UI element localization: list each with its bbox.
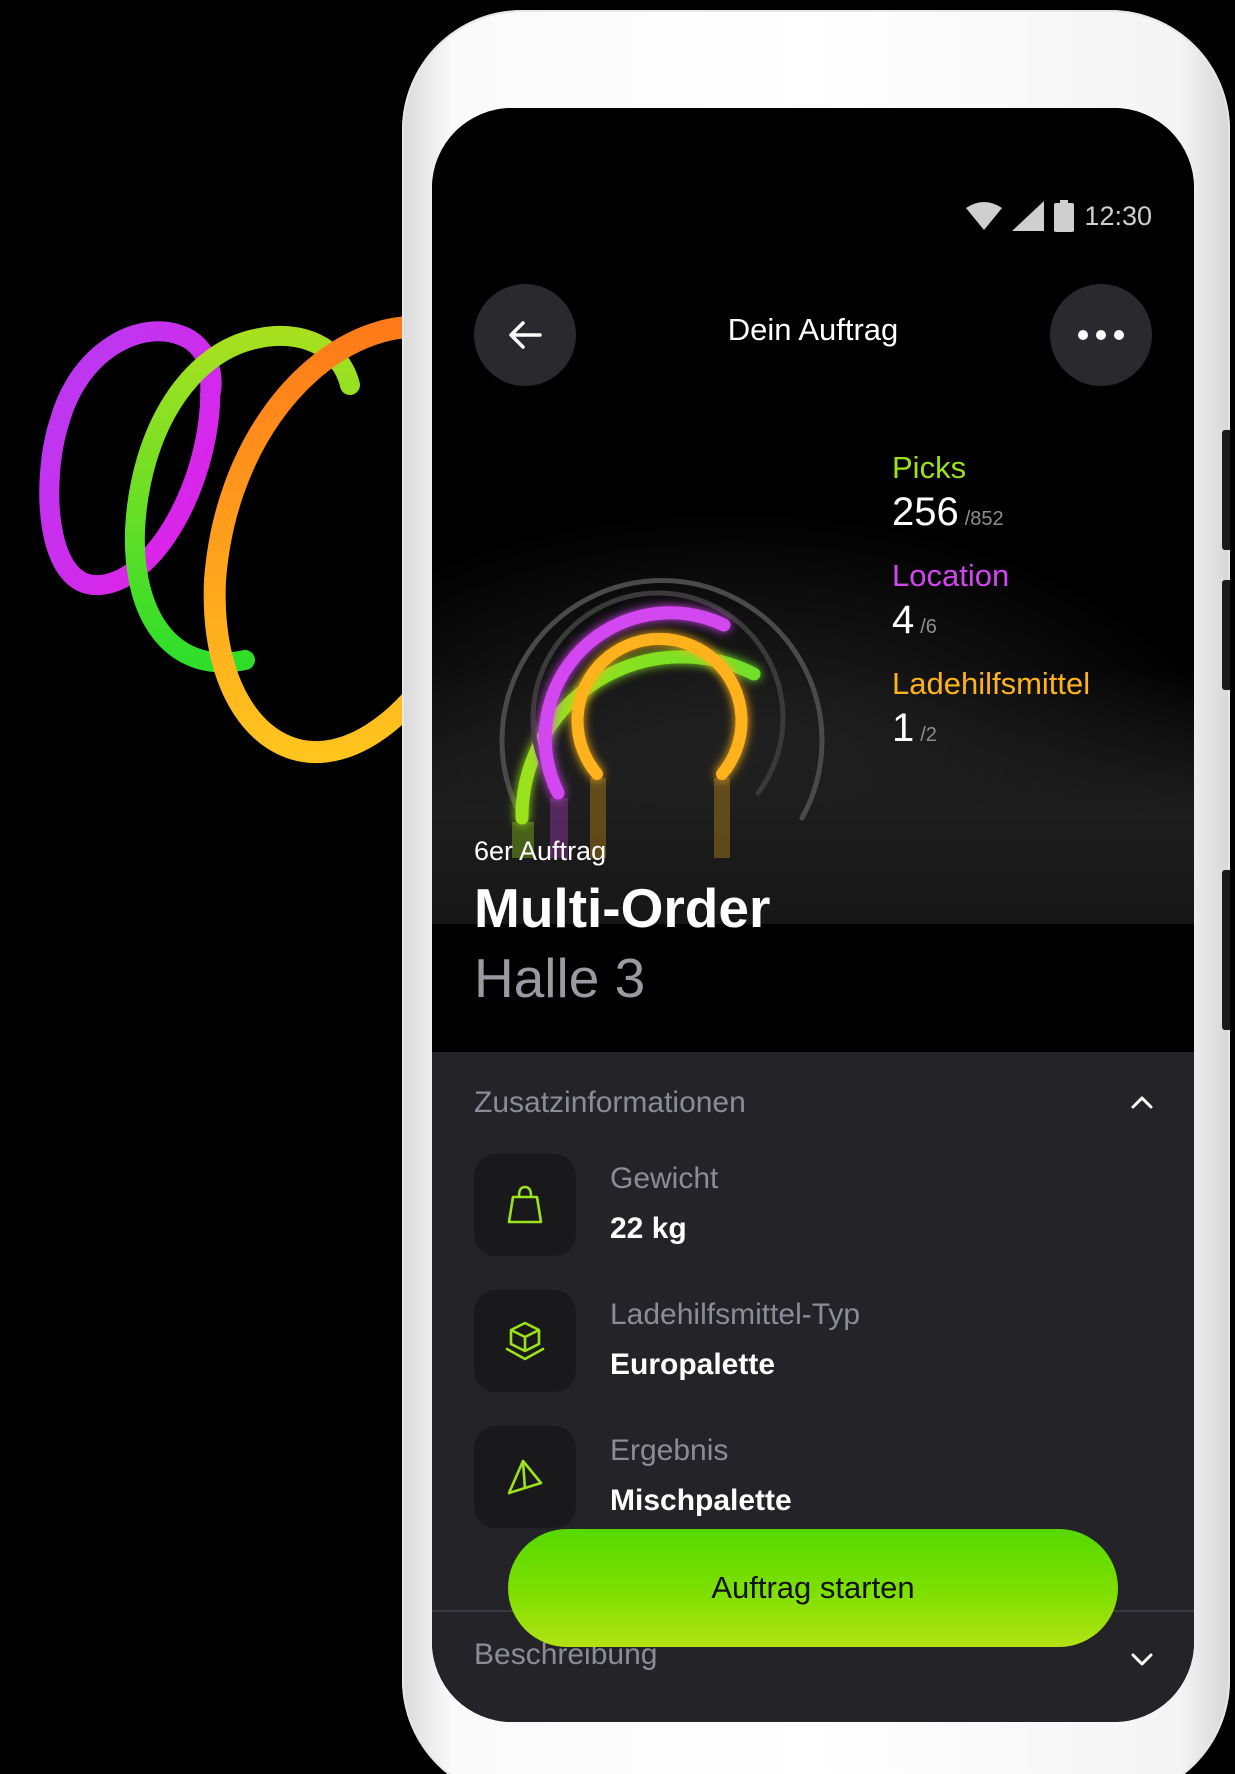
stat-total: /2 bbox=[920, 724, 937, 746]
stat-value-row: 4/6 bbox=[892, 598, 1009, 643]
info-item-gewicht: Gewicht 22 kg bbox=[474, 1154, 1154, 1256]
info-label: Ergebnis bbox=[610, 1434, 729, 1467]
weight-icon bbox=[507, 1185, 543, 1224]
info-value: Europalette bbox=[610, 1348, 776, 1381]
chevron-up-icon[interactable] bbox=[1130, 1094, 1154, 1110]
info-icon-box bbox=[474, 1426, 576, 1528]
stat-total: /852 bbox=[964, 508, 1004, 530]
order-type: 6er Auftrag bbox=[474, 836, 607, 866]
info-label: Ladehilfsmittel-Typ bbox=[610, 1298, 861, 1331]
phone-side-button bbox=[1222, 870, 1230, 1030]
phone-side-button bbox=[1222, 430, 1230, 550]
stat-label: Picks bbox=[892, 450, 967, 485]
order-hall: Halle 3 bbox=[474, 947, 646, 1009]
info-item-ergebnis: Ergebnis Mischpalette bbox=[474, 1426, 1154, 1528]
chevron-down-icon[interactable] bbox=[1130, 1652, 1154, 1668]
stat-value-row: 1/2 bbox=[892, 706, 1090, 751]
info-value: Mischpalette bbox=[610, 1484, 792, 1517]
status-bar: 12:30 bbox=[966, 200, 1152, 232]
info-value: 22 kg bbox=[610, 1212, 687, 1245]
additional-info-header[interactable]: Zusatzinformationen bbox=[474, 1086, 746, 1120]
stat-value: 1 bbox=[892, 706, 915, 750]
stat-value: 256 bbox=[892, 490, 959, 534]
box-icon bbox=[505, 1321, 545, 1361]
battery-icon bbox=[1054, 200, 1075, 232]
progress-arcs bbox=[499, 578, 825, 858]
stat-total: /6 bbox=[920, 616, 937, 638]
stage: 12:30 Dein Auftrag Picks 256 /852 Locati… bbox=[0, 0, 1235, 1774]
more-options-button[interactable] bbox=[1050, 284, 1152, 386]
start-order-button[interactable]: Auftrag starten bbox=[508, 1529, 1118, 1647]
stat-label: Location bbox=[892, 558, 1010, 593]
stat-location: Location 4/6 bbox=[892, 558, 1009, 643]
stat-value: 4 bbox=[892, 598, 915, 642]
phone-side-button bbox=[1222, 580, 1230, 690]
status-time: 12:30 bbox=[1084, 200, 1152, 231]
signal-icon bbox=[1012, 201, 1045, 231]
stat-picks: Picks 256/852 bbox=[892, 450, 1004, 535]
stat-value-row: 256/852 bbox=[892, 490, 1004, 535]
stat-ladehilfsmittel: Ladehilfsmittel 1/2 bbox=[892, 666, 1090, 751]
info-icon-box bbox=[474, 1154, 576, 1256]
arc-reflection bbox=[714, 778, 730, 858]
order-name: Multi-Order bbox=[474, 877, 771, 939]
stat-label: Ladehilfsmittel bbox=[892, 666, 1091, 701]
info-label: Gewicht bbox=[610, 1162, 719, 1195]
info-icon-box bbox=[474, 1290, 576, 1392]
wifi-icon bbox=[966, 202, 1003, 230]
info-item-ladehilfsmittel-typ: Ladehilfsmittel-Typ Europalette bbox=[474, 1290, 1154, 1392]
more-horizontal-icon bbox=[1078, 330, 1124, 340]
pallet-icon bbox=[507, 1459, 543, 1495]
phone-screen: 12:30 Dein Auftrag Picks 256 /852 Locati… bbox=[432, 108, 1194, 1722]
